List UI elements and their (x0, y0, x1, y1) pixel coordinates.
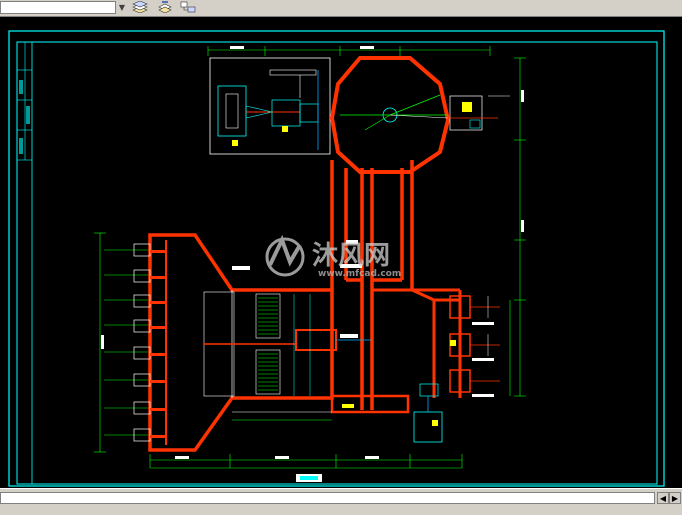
watermark: 沐风网 www.mfcad.com (265, 234, 401, 279)
chevron-down-icon[interactable]: ▼ (117, 2, 127, 14)
drawing-canvas[interactable]: 沐风网 www.mfcad.com (0, 17, 682, 488)
layer-dropdown[interactable] (0, 1, 116, 14)
layer-state-icon[interactable] (129, 0, 151, 15)
inlet-manifold (133, 235, 167, 450)
pump-room (209, 57, 331, 155)
horizontal-scrollbar[interactable] (0, 492, 655, 504)
layer-toolbar: ▼ (0, 0, 682, 17)
pump-bottom-right (413, 383, 443, 443)
watermark-url: www.mfcad.com (318, 269, 401, 279)
right-channel (372, 288, 462, 398)
dimension-lines-right (509, 57, 526, 397)
circular-tank (329, 56, 451, 174)
outlet-boxes-right (449, 295, 500, 397)
dimension-lines-left (94, 232, 150, 453)
layer-previous-icon[interactable] (154, 1, 176, 15)
scroll-left-icon[interactable]: ◀ (657, 492, 669, 504)
dimension-lines-top (207, 46, 491, 56)
status-bar: ◀ ▶ (0, 488, 682, 515)
dimension-lines-bottom (149, 454, 463, 469)
valve-assembly-top (448, 95, 510, 131)
scroll-right-icon[interactable]: ▶ (669, 492, 681, 504)
layer-match-icon[interactable] (177, 1, 199, 15)
watermark-brand: 沐风网 (312, 241, 390, 271)
vertical-channel (330, 160, 414, 410)
title-block (17, 42, 32, 161)
